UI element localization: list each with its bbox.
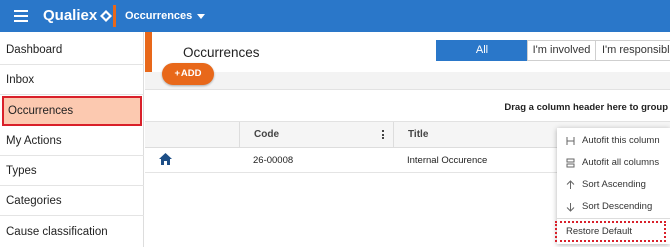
module-selector[interactable]: Occurrences — [125, 10, 206, 22]
column-separator[interactable] — [239, 122, 240, 148]
column-header-title[interactable]: Title — [408, 129, 428, 140]
sidebar: Dashboard Inbox Occurrences My Actions T… — [0, 32, 144, 247]
topbar-divider — [113, 5, 116, 27]
cell-title: Internal Occurence — [407, 155, 488, 166]
menu-item-sort-ascending[interactable]: Sort Ascending — [557, 174, 670, 196]
chevron-down-icon — [197, 13, 206, 19]
sidebar-item-inbox[interactable]: Inbox — [0, 65, 144, 95]
group-drop-panel[interactable]: Drag a column header here to group — [145, 90, 670, 122]
cell-code: 26-00008 — [253, 155, 294, 166]
brand-mark-icon — [100, 9, 113, 22]
add-button-label: ADD — [180, 68, 202, 79]
sidebar-item-occurrences[interactable]: Occurrences — [2, 96, 142, 126]
column-header-code[interactable]: Code — [254, 129, 279, 140]
autofit-column-icon — [566, 137, 575, 145]
menu-item-sort-descending[interactable]: Sort Descending — [557, 196, 670, 218]
sidebar-item-cause-classification[interactable]: Cause classification — [0, 217, 144, 247]
menu-item-label: Autofit this column — [582, 135, 660, 146]
column-menu-kebab-icon[interactable] — [382, 130, 385, 141]
menu-item-label: Autofit all columns — [582, 157, 660, 168]
menu-item-autofit-column[interactable]: Autofit this column — [557, 130, 670, 152]
filter-involved-button[interactable]: I'm involved — [527, 40, 596, 61]
restore-default-menu-item[interactable]: Restore Default — [555, 221, 666, 242]
menu-item-autofit-all[interactable]: Autofit all columns — [557, 152, 670, 174]
home-icon[interactable] — [159, 153, 172, 165]
grid-toolbar — [145, 72, 670, 90]
sidebar-item-dashboard[interactable]: Dashboard — [0, 35, 144, 65]
filter-all-button[interactable]: All — [436, 40, 528, 61]
column-separator[interactable] — [393, 122, 394, 148]
content-accent-strip — [145, 32, 152, 72]
module-selector-label: Occurrences — [125, 10, 193, 22]
menu-divider — [557, 218, 670, 219]
menu-item-label: Sort Ascending — [582, 179, 646, 190]
filter-segmented-control: All I'm involved I'm responsible — [436, 40, 670, 61]
arrow-up-icon — [566, 180, 575, 189]
filter-responsible-button[interactable]: I'm responsible — [595, 40, 670, 61]
menu-item-label: Sort Descending — [582, 201, 653, 212]
page-title: Occurrences — [183, 45, 260, 60]
group-hint-text: Drag a column header here to group — [504, 102, 668, 113]
sidebar-item-categories[interactable]: Categories — [0, 186, 144, 216]
sidebar-item-my-actions[interactable]: My Actions — [0, 126, 144, 156]
sidebar-item-types[interactable]: Types — [0, 156, 144, 186]
add-button[interactable]: + ADD — [162, 63, 214, 85]
arrow-down-icon — [566, 203, 575, 212]
brand-logo[interactable]: Qualiex — [43, 7, 113, 24]
hamburger-menu-icon[interactable] — [14, 10, 28, 22]
brand-name: Qualiex — [43, 7, 98, 24]
autofit-all-icon — [566, 158, 575, 168]
